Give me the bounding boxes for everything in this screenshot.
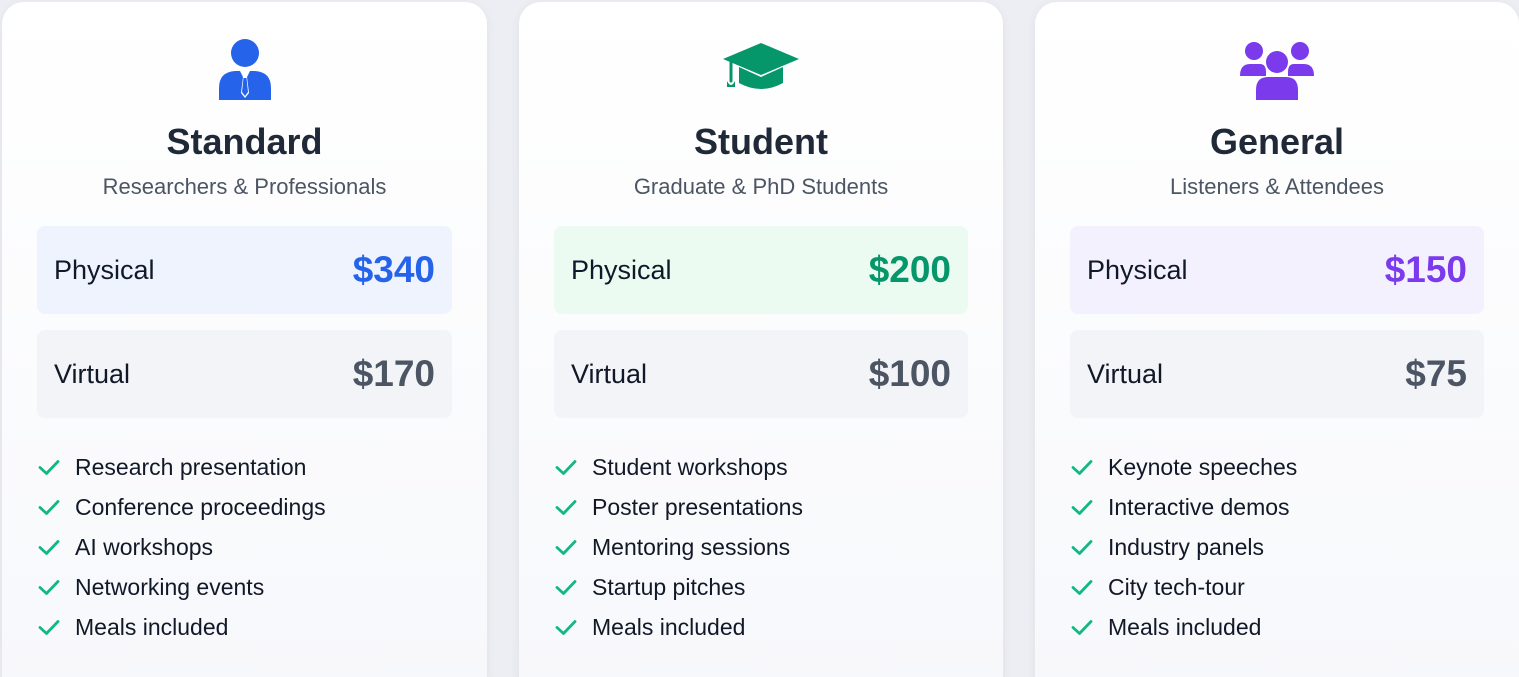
check-icon xyxy=(1070,495,1094,519)
physical-price: $150 xyxy=(1384,249,1467,290)
feature-text: Conference proceedings xyxy=(75,493,326,520)
plan-subtitle: Listeners & Attendees xyxy=(1169,174,1385,199)
feature-item: Meals included xyxy=(554,607,983,647)
plan-card-general: General Listeners & Attendees Physical $… xyxy=(1035,2,1519,677)
check-icon xyxy=(1070,535,1094,559)
pricing-grid: Standard Researchers & Professionals Phy… xyxy=(0,0,1519,677)
physical-label: Physical xyxy=(1087,254,1188,285)
plan-subtitle: Graduate & PhD Students xyxy=(633,174,889,199)
check-icon xyxy=(1070,615,1094,639)
check-icon xyxy=(37,575,61,599)
virtual-price: $170 xyxy=(352,353,435,394)
feature-text: Poster presentations xyxy=(592,493,803,520)
feature-text: Meals included xyxy=(1108,613,1262,640)
physical-price-row: Physical $150 xyxy=(1070,226,1484,314)
feature-list: Student workshops Poster presentations M… xyxy=(554,447,983,647)
physical-price-row: Physical $200 xyxy=(554,226,968,314)
feature-list: Keynote speeches Interactive demos Indus… xyxy=(1070,447,1499,647)
virtual-price-row: Virtual $170 xyxy=(37,330,452,418)
virtual-label: Virtual xyxy=(54,358,131,389)
check-icon xyxy=(37,535,61,559)
virtual-label: Virtual xyxy=(571,358,648,389)
virtual-label: Virtual xyxy=(1087,358,1164,389)
check-icon xyxy=(1070,575,1094,599)
check-icon xyxy=(554,615,578,639)
physical-price: $340 xyxy=(352,249,435,290)
feature-item: City tech-tour xyxy=(1070,567,1499,607)
plan-title: Student xyxy=(694,121,828,162)
virtual-price: $100 xyxy=(868,353,951,394)
feature-text: Meals included xyxy=(592,613,746,640)
plan-subtitle: Researchers & Professionals xyxy=(102,174,387,199)
virtual-price-row: Virtual $100 xyxy=(554,330,968,418)
plan-card-student: Student Graduate & PhD Students Physical… xyxy=(519,2,1003,677)
feature-text: Meals included xyxy=(75,613,229,640)
users-icon xyxy=(1237,36,1317,102)
feature-item: Industry panels xyxy=(1070,527,1499,567)
feature-item: AI workshops xyxy=(37,527,467,567)
physical-label: Physical xyxy=(54,254,155,285)
feature-item: Meals included xyxy=(1070,607,1499,647)
graduation-cap-icon xyxy=(721,36,801,102)
physical-price-row: Physical $340 xyxy=(37,226,452,314)
feature-text: Interactive demos xyxy=(1108,493,1290,520)
check-icon xyxy=(37,495,61,519)
plan-title: General xyxy=(1209,121,1345,162)
physical-price: $200 xyxy=(868,249,951,290)
feature-item: Student workshops xyxy=(554,447,983,487)
feature-item: Meals included xyxy=(37,607,467,647)
feature-item: Conference proceedings xyxy=(37,487,467,527)
feature-item: Startup pitches xyxy=(554,567,983,607)
feature-text: Keynote speeches xyxy=(1108,453,1298,480)
feature-item: Keynote speeches xyxy=(1070,447,1499,487)
feature-text: AI workshops xyxy=(75,533,214,560)
plan-card-standard: Standard Researchers & Professionals Phy… xyxy=(2,2,487,677)
virtual-price-row: Virtual $75 xyxy=(1070,330,1484,418)
feature-item: Poster presentations xyxy=(554,487,983,527)
check-icon xyxy=(554,455,578,479)
check-icon xyxy=(37,455,61,479)
feature-text: Industry panels xyxy=(1108,533,1264,560)
feature-text: Student workshops xyxy=(592,453,788,480)
feature-text: City tech-tour xyxy=(1108,573,1245,600)
feature-text: Research presentation xyxy=(75,453,307,480)
feature-list: Research presentation Conference proceed… xyxy=(37,447,467,647)
user-tie-icon xyxy=(205,36,285,102)
feature-text: Networking events xyxy=(75,573,265,600)
feature-item: Mentoring sessions xyxy=(554,527,983,567)
check-icon xyxy=(554,495,578,519)
physical-label: Physical xyxy=(571,254,672,285)
feature-item: Research presentation xyxy=(37,447,467,487)
plan-title: Standard xyxy=(166,121,323,162)
feature-item: Interactive demos xyxy=(1070,487,1499,527)
feature-item: Networking events xyxy=(37,567,467,607)
feature-text: Mentoring sessions xyxy=(592,533,791,560)
virtual-price: $75 xyxy=(1405,353,1467,394)
check-icon xyxy=(554,575,578,599)
check-icon xyxy=(1070,455,1094,479)
check-icon xyxy=(554,535,578,559)
feature-text: Startup pitches xyxy=(592,573,746,600)
check-icon xyxy=(37,615,61,639)
